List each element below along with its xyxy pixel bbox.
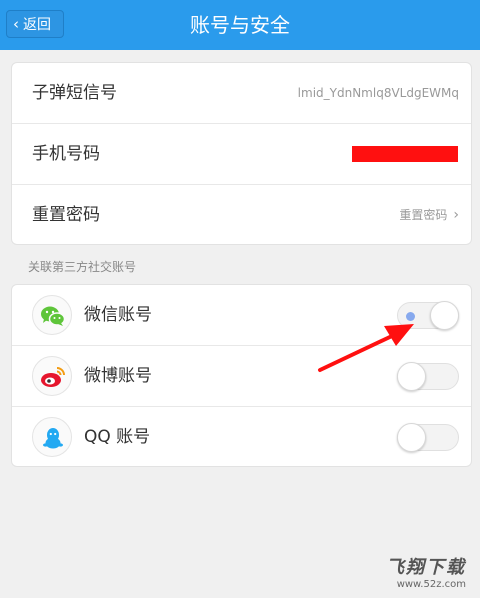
- weibo-toggle[interactable]: [397, 362, 459, 391]
- watermark-url: www.52z.com: [396, 579, 466, 590]
- back-button-label: 返回: [23, 17, 51, 33]
- back-button[interactable]: ‹ 返回: [6, 10, 64, 38]
- weibo-icon: [32, 356, 72, 396]
- toggle-knob: [397, 423, 426, 452]
- qq-toggle[interactable]: [397, 423, 459, 452]
- redaction-mark: [352, 146, 458, 162]
- wechat-toggle[interactable]: [397, 301, 459, 330]
- wechat-label: 微信账号: [84, 305, 152, 325]
- weibo-row: 微博账号: [12, 346, 471, 407]
- chevron-right-icon: ›: [453, 207, 459, 223]
- reset-password-row[interactable]: 重置密码 重置密码 ›: [12, 185, 471, 246]
- watermark-logo: 飞翔下载: [386, 557, 466, 578]
- qq-label: QQ 账号: [84, 427, 151, 447]
- toggle-knob: [430, 301, 459, 330]
- bullet-id-row: 子弹短信号 lmid_YdnNmlq8VLdgEWMq: [12, 63, 471, 124]
- phone-label: 手机号码: [32, 144, 100, 164]
- qq-row: QQ 账号: [12, 407, 471, 468]
- account-card: 子弹短信号 lmid_YdnNmlq8VLdgEWMq 手机号码 重置密码 重置…: [11, 62, 472, 245]
- qq-icon: [32, 417, 72, 457]
- social-card: 微信账号 微博账号 QQ 账号: [11, 284, 472, 467]
- bullet-id-value: lmid_YdnNmlq8VLdgEWMq: [297, 86, 459, 100]
- page-title: 账号与安全: [190, 13, 290, 37]
- toggle-knob: [397, 362, 426, 391]
- bullet-id-label: 子弹短信号: [32, 83, 117, 103]
- wechat-icon: [32, 295, 72, 335]
- chevron-left-icon: ‹: [13, 14, 19, 33]
- app-header: 账号与安全 ‹ 返回: [0, 0, 480, 50]
- toggle-indicator-dot: [406, 312, 415, 321]
- wechat-row: 微信账号: [12, 285, 471, 346]
- reset-password-value: 重置密码 ›: [399, 185, 459, 246]
- watermark: 飞翔下载 www.52z.com: [386, 553, 466, 590]
- social-section-title: 关联第三方社交账号: [28, 260, 137, 274]
- phone-row[interactable]: 手机号码: [12, 124, 471, 185]
- weibo-label: 微博账号: [84, 366, 152, 386]
- reset-password-label: 重置密码: [32, 205, 100, 225]
- reset-password-hint: 重置密码: [399, 208, 448, 222]
